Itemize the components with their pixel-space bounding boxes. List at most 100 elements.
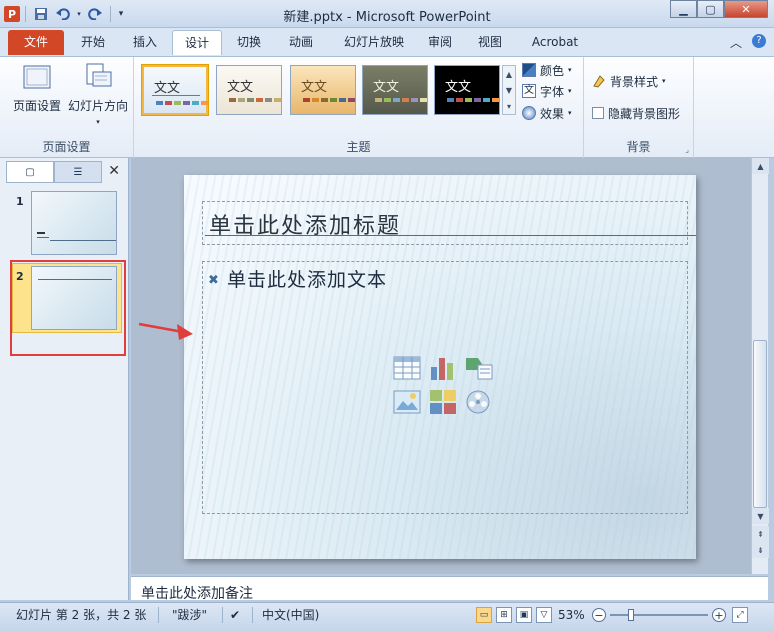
page-setup-group-label: 页面设置 — [42, 140, 91, 154]
theme-4[interactable]: 文文 — [362, 65, 428, 115]
background-dialog-launcher-icon[interactable]: ⌟ — [685, 145, 689, 154]
background-styles-label: 背景样式 — [610, 74, 659, 89]
fonts-icon: 文 — [522, 84, 536, 98]
hide-background-label: 隐藏背景图形 — [608, 106, 681, 121]
tab-insert[interactable]: 插入 — [122, 30, 168, 55]
reading-view-icon[interactable]: ▣ — [516, 607, 532, 623]
close-panel-icon[interactable]: ✕ — [108, 163, 120, 179]
ribbon-right-icons: ︿ ? — [730, 34, 766, 51]
bullet-icon: ✖ — [208, 273, 219, 288]
gallery-up-icon[interactable]: ▲ — [506, 70, 512, 79]
notes-placeholder-text: 单击此处添加备注 — [141, 586, 253, 602]
effects-icon — [522, 106, 536, 120]
title-underline — [205, 235, 696, 236]
zoom-slider[interactable] — [610, 614, 708, 616]
status-separator — [222, 607, 223, 623]
page-setup-label: 页面设置 — [12, 99, 61, 113]
zoom-in-icon[interactable]: + — [712, 608, 726, 622]
outline-tab-icon[interactable]: ☰ — [54, 161, 102, 183]
window-controls: ▁ ▢ ✕ — [670, 0, 768, 18]
maximize-button[interactable]: ▢ — [697, 0, 724, 18]
colors-label: 颜色 — [540, 63, 565, 78]
notes-pane[interactable]: 单击此处添加备注 — [131, 576, 768, 602]
slide-count-status: 幻灯片 第 2 张，共 2 张 — [16, 608, 147, 622]
ribbon-tabs: 文件 开始 插入 设计 切换 动画 幻灯片放映 审阅 视图 Acrobat ︿ … — [0, 28, 774, 56]
zoom-slider-knob[interactable] — [628, 609, 634, 621]
theme-5[interactable]: 文文 — [434, 65, 500, 115]
annotation-arrow-icon — [138, 322, 193, 340]
next-slide-icon[interactable]: ⇟ — [752, 542, 769, 558]
ribbon: 页面设置 幻灯片方向 ▾ 页面设置 文文 文文 文文 文文 文文 ▲ ▼ ▾ 颜… — [0, 56, 774, 158]
tab-acrobat[interactable]: Acrobat — [522, 30, 588, 55]
status-bar: 幻灯片 第 2 张，共 2 张 "跋涉" ✔ 中文(中国) ▭ ⊞ ▣ ▽ 53… — [0, 602, 774, 631]
previous-slide-icon[interactable]: ⇞ — [752, 526, 769, 542]
spell-check-icon[interactable]: ✔ — [230, 606, 240, 624]
zoom-level[interactable]: 53% — [558, 606, 585, 624]
theme-name-status[interactable]: "跋涉" — [172, 606, 207, 624]
status-separator — [158, 607, 159, 623]
slide-thumbnail-1[interactable] — [31, 191, 117, 255]
language-status[interactable]: 中文(中国) — [262, 606, 319, 624]
gallery-more-icon[interactable]: ▾ — [507, 102, 511, 111]
status-separator — [252, 607, 253, 623]
tab-slideshow[interactable]: 幻灯片放映 — [334, 30, 414, 55]
theme-sample-text: 文文 — [445, 80, 472, 95]
content-placeholder-text: 单击此处添加文本 — [227, 269, 388, 291]
annotation-highlight-box — [10, 260, 126, 356]
theme-2[interactable]: 文文 — [216, 65, 282, 115]
theme-sample-text: 文文 — [154, 81, 181, 96]
slides-tab-icon[interactable]: ▢ — [6, 161, 54, 183]
zoom-out-icon[interactable]: − — [592, 608, 606, 622]
minimize-button[interactable]: ▁ — [670, 0, 697, 18]
background-styles-button[interactable]: 背景样式 ▾ — [592, 71, 666, 91]
normal-view-icon[interactable]: ▭ — [476, 607, 492, 623]
effects-label: 效果 — [540, 106, 565, 121]
slideshow-view-icon[interactable]: ▽ — [536, 607, 552, 623]
tab-design[interactable]: 设计 — [172, 30, 222, 55]
insert-chart-icon[interactable] — [428, 355, 458, 381]
tab-transitions[interactable]: 切换 — [226, 30, 272, 55]
insert-table-icon[interactable] — [392, 355, 422, 381]
theme-fonts-button[interactable]: 文 字体 ▾ — [522, 81, 572, 101]
page-setup-button[interactable]: 页面设置 — [8, 61, 66, 114]
gallery-down-icon[interactable]: ▼ — [506, 86, 512, 95]
title-bar: P ▾ ▾ 新建.pptx - Microsoft PowerPoint ▁ ▢… — [0, 0, 774, 28]
slide-orientation-button[interactable]: 幻灯片方向 ▾ — [66, 61, 130, 126]
tab-view[interactable]: 视图 — [468, 30, 512, 55]
tab-review[interactable]: 审阅 — [418, 30, 462, 55]
scroll-up-icon[interactable]: ▲ — [752, 158, 769, 174]
hide-background-checkbox[interactable] — [592, 107, 604, 119]
scrollbar-thumb[interactable] — [753, 340, 767, 508]
help-icon[interactable]: ? — [752, 34, 766, 48]
tab-file[interactable]: 文件 — [8, 30, 64, 55]
slide-sorter-view-icon[interactable]: ⊞ — [496, 607, 512, 623]
scroll-down-icon[interactable]: ▼ — [752, 508, 769, 524]
theme-sample-text: 文文 — [301, 80, 328, 95]
insert-picture-icon[interactable] — [392, 389, 422, 415]
close-button[interactable]: ✕ — [724, 0, 768, 18]
hide-background-graphics[interactable]: 隐藏背景图形 — [592, 103, 680, 123]
insert-smartart-icon[interactable] — [464, 355, 494, 381]
page-setup-icon — [21, 61, 53, 93]
tab-home[interactable]: 开始 — [70, 30, 116, 55]
theme-gallery-scroll[interactable]: ▲ ▼ ▾ — [502, 65, 516, 115]
group-background: 背景样式 ▾ 隐藏背景图形 背景 ⌟ — [584, 57, 694, 158]
group-themes: 文文 文文 文文 文文 文文 ▲ ▼ ▾ 颜色 ▾ 文 字体 ▾ 效果 ▾ 主题 — [134, 57, 584, 158]
slide-orientation-icon — [82, 61, 114, 93]
theme-colors-button[interactable]: 颜色 ▾ — [522, 60, 572, 80]
theme-office[interactable]: 文文 — [142, 65, 208, 115]
fit-to-window-icon[interactable]: ⤢ — [732, 607, 748, 623]
theme-effects-button[interactable]: 效果 ▾ — [522, 103, 572, 123]
theme-3[interactable]: 文文 — [290, 65, 356, 115]
slide-orientation-label: 幻灯片方向 — [67, 99, 128, 113]
minimize-ribbon-icon[interactable]: ︿ — [730, 34, 742, 51]
background-group-label: 背景 — [626, 140, 651, 154]
editor-vertical-scrollbar[interactable]: ▲ ▼ ⇞ ⇟ — [751, 158, 769, 574]
insert-media-icon[interactable] — [464, 389, 494, 415]
tab-animations[interactable]: 动画 — [278, 30, 324, 55]
insert-clipart-icon[interactable] — [428, 389, 458, 415]
fonts-label: 字体 — [540, 84, 565, 99]
colors-icon — [522, 63, 536, 77]
theme-sample-text: 文文 — [227, 80, 254, 95]
orientation-dropdown-icon: ▾ — [96, 118, 100, 126]
